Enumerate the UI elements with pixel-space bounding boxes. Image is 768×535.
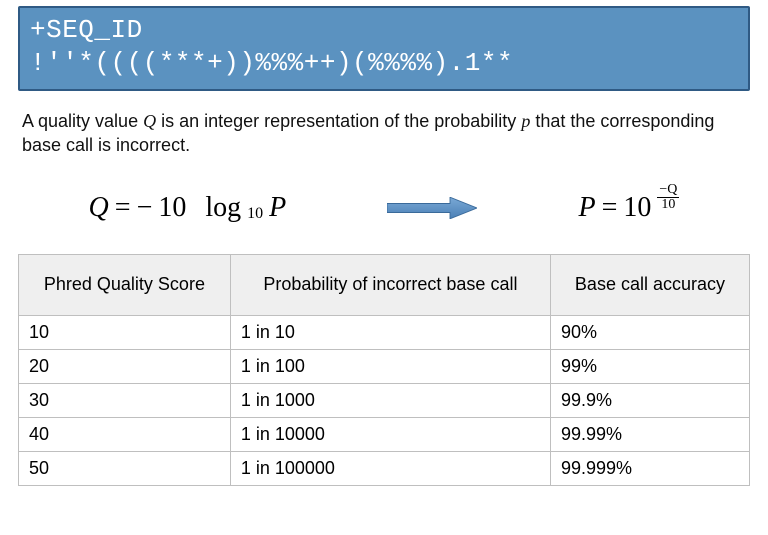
formula-p-exponent: −Q10	[657, 183, 679, 212]
cell-score: 30	[19, 383, 231, 417]
table-row: 20 1 in 100 99%	[19, 349, 750, 383]
col-prob: Probability of incorrect base call	[230, 254, 550, 315]
description-text: A quality value Q is an integer represen…	[22, 109, 746, 158]
cell-accuracy: 99%	[550, 349, 749, 383]
table-row: 10 1 in 10 90%	[19, 315, 750, 349]
eq-sign: =	[115, 192, 131, 224]
desc-q-var: Q	[143, 111, 156, 131]
formula-q-logsub: 10	[247, 205, 263, 223]
formula-q-log: log	[205, 192, 241, 224]
phred-table: Phred Quality Score Probability of incor…	[18, 254, 750, 486]
cell-prob: 1 in 10000	[230, 417, 550, 451]
cell-score: 50	[19, 451, 231, 485]
code-line-2: !''*((((***+))%%%++)(%%%%).1**	[30, 48, 513, 78]
sequence-code-box: +SEQ_ID !''*((((***+))%%%++)(%%%%).1**	[18, 6, 750, 91]
table-row: 40 1 in 10000 99.99%	[19, 417, 750, 451]
col-accuracy: Base call accuracy	[550, 254, 749, 315]
col-score: Phred Quality Score	[19, 254, 231, 315]
formula-row: Q = −10 log10 P P = 10−Q10	[38, 192, 730, 224]
page-wrap: +SEQ_ID !''*((((***+))%%%++)(%%%%).1** A…	[0, 0, 768, 486]
exp-den: 10	[659, 198, 677, 212]
code-line-1: +SEQ_ID	[30, 15, 143, 45]
cell-score: 10	[19, 315, 231, 349]
cell-prob: 1 in 100	[230, 349, 550, 383]
cell-accuracy: 90%	[550, 315, 749, 349]
cell-prob: 1 in 100000	[230, 451, 550, 485]
exp-num: −Q	[657, 183, 679, 198]
cell-score: 40	[19, 417, 231, 451]
table-body: 10 1 in 10 90% 20 1 in 100 99% 30 1 in 1…	[19, 315, 750, 485]
cell-accuracy: 99.9%	[550, 383, 749, 417]
eq-sign-2: =	[602, 192, 618, 224]
cell-prob: 1 in 10	[230, 315, 550, 349]
formula-p-lhs: P	[578, 192, 595, 224]
table-row: 50 1 in 100000 99.999%	[19, 451, 750, 485]
formula-q-ten: 10	[158, 192, 186, 224]
formula-q: Q = −10 log10 P	[89, 192, 287, 224]
table-header-row: Phred Quality Score Probability of incor…	[19, 254, 750, 315]
table-head: Phred Quality Score Probability of incor…	[19, 254, 750, 315]
cell-score: 20	[19, 349, 231, 383]
formula-p-base: 10	[623, 192, 651, 224]
formula-q-rhs: P	[269, 192, 286, 224]
cell-accuracy: 99.99%	[550, 417, 749, 451]
arrow-icon	[387, 197, 477, 219]
minus-sign: −	[137, 192, 153, 224]
desc-p-var: p	[521, 111, 530, 131]
cell-accuracy: 99.999%	[550, 451, 749, 485]
desc-mid: is an integer representation of the prob…	[156, 111, 521, 131]
formula-p: P = 10−Q10	[578, 192, 679, 224]
cell-prob: 1 in 1000	[230, 383, 550, 417]
desc-pre: A quality value	[22, 111, 143, 131]
formula-q-lhs: Q	[89, 192, 109, 224]
table-row: 30 1 in 1000 99.9%	[19, 383, 750, 417]
